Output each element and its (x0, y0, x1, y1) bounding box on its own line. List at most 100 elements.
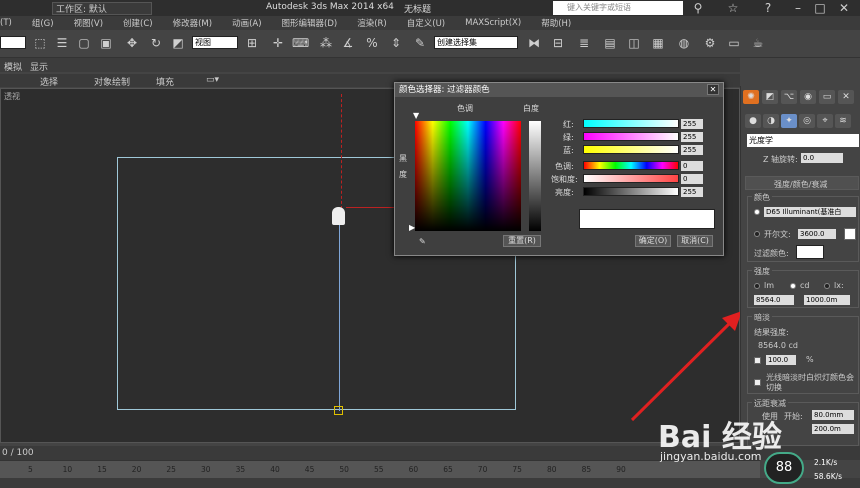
tab-simulate[interactable]: 模拟 (4, 60, 22, 73)
material-editor-icon[interactable]: ◍ (676, 36, 692, 50)
curve-editor-icon[interactable]: ◫ (626, 36, 642, 50)
align-icon[interactable]: ⊟ (550, 36, 566, 50)
menu-item[interactable]: MAXScript(X) (465, 18, 521, 28)
star-icon[interactable]: ☆ (725, 1, 741, 15)
minimize-icon[interactable]: – (790, 1, 806, 15)
selection-filter[interactable] (0, 36, 26, 49)
hierarchy-tab-icon[interactable]: ⌥ (781, 90, 797, 104)
z-rotate-input[interactable]: 0.0 (801, 153, 843, 163)
select-by-name-icon[interactable]: ☰ (54, 36, 70, 50)
lx-radio[interactable] (824, 283, 830, 289)
move-icon[interactable]: ✥ (124, 36, 140, 50)
spacewarps-icon[interactable]: ≋ (835, 114, 851, 128)
hue-field[interactable] (415, 121, 521, 231)
maximize-icon[interactable]: □ (812, 1, 828, 15)
create-tab-icon[interactable]: ✺ (743, 90, 759, 104)
edit-named-selection-icon[interactable]: ✎ (412, 36, 428, 50)
modify-tab-icon[interactable]: ◩ (762, 90, 778, 104)
rect-select-icon[interactable]: ▢ (76, 36, 92, 50)
menu-item[interactable]: 修改器(M) (173, 17, 212, 29)
percent-snap-icon[interactable]: % (364, 36, 380, 50)
light-category-select[interactable]: 光度学 (747, 134, 859, 147)
viewport-label[interactable]: 透视 (4, 91, 20, 102)
lights-icon[interactable]: ✦ (781, 114, 797, 128)
blue-slider[interactable] (583, 145, 679, 154)
menu-item[interactable]: 动画(A) (232, 17, 261, 29)
tab-selection[interactable]: 选择 (40, 75, 58, 88)
window-crossing-icon[interactable]: ▣ (98, 36, 114, 50)
search-input[interactable]: 键入关键字或短语 (553, 1, 683, 15)
graphite-tools-icon[interactable]: ▤ (602, 36, 618, 50)
snap-toggle-icon[interactable]: ⁂ (318, 36, 334, 50)
value-input[interactable]: 255 (681, 187, 703, 197)
schematic-view-icon[interactable]: ▦ (650, 36, 666, 50)
track-bar[interactable]: 5 10 15 20 25 30 35 40 45 50 55 60 65 70 75 80 85 90 (0, 460, 760, 478)
start-input[interactable]: 80.0mm (812, 410, 854, 420)
help-icon[interactable]: ? (760, 1, 776, 15)
tab-display[interactable]: 显示 (30, 60, 48, 73)
menu-item[interactable]: 组(G) (32, 17, 54, 29)
pivot-icon[interactable]: ⊞ (244, 36, 260, 50)
motion-tab-icon[interactable]: ◉ (800, 90, 816, 104)
hue-slider[interactable] (583, 161, 679, 170)
black-pointer-icon[interactable]: ▶ (409, 223, 415, 232)
workspace-select[interactable]: 工作区: 默认 (52, 1, 152, 15)
eyedropper-icon[interactable]: ✎ (419, 237, 426, 246)
tab-object-paint[interactable]: 对象绘制 (94, 75, 130, 88)
menu-item[interactable]: 渲染(R) (357, 17, 387, 29)
mirror-icon[interactable]: ⧓ (526, 36, 542, 50)
angle-snap-icon[interactable]: ∡ (340, 36, 356, 50)
lx-input[interactable]: 1000.0m (804, 295, 850, 305)
render-setup-icon[interactable]: ⚙ (702, 36, 718, 50)
illuminant-select[interactable]: D65 Illuminant(基准白 (764, 207, 856, 217)
render-teapot-icon[interactable]: ☕ (750, 36, 766, 50)
dialog-close-button[interactable]: ✕ (707, 84, 719, 95)
light-target[interactable] (334, 406, 343, 415)
illuminant-radio[interactable] (754, 209, 760, 215)
filter-color-swatch[interactable] (796, 245, 824, 259)
layer-manager-icon[interactable]: ≣ (576, 36, 592, 50)
lm-radio[interactable] (754, 283, 760, 289)
menu-item[interactable]: 创建(C) (123, 17, 153, 29)
percent-checkbox[interactable] (754, 357, 761, 364)
scale-icon[interactable]: ◩ (170, 36, 186, 50)
kelvin-input[interactable]: 3600.0 (798, 229, 836, 239)
tab-populate[interactable]: 填充 (156, 75, 174, 88)
rotate-icon[interactable]: ↻ (148, 36, 164, 50)
ribbon-options-icon[interactable]: ▭▾ (206, 75, 219, 85)
geometry-icon[interactable]: ● (745, 114, 761, 128)
menu-item[interactable]: 视图(V) (74, 17, 103, 29)
hue-pointer-icon[interactable]: ▼ (413, 111, 419, 120)
rendered-frame-icon[interactable]: ▭ (726, 36, 742, 50)
cancel-button[interactable]: 取消(C) (677, 235, 713, 247)
kelvin-radio[interactable] (754, 231, 760, 237)
whiteness-bar[interactable] (529, 121, 541, 231)
binoculars-icon[interactable]: ⚲ (690, 1, 706, 15)
ok-button[interactable]: 确定(O) (635, 235, 671, 247)
spinner-snap-icon[interactable]: ⇕ (388, 36, 404, 50)
green-input[interactable]: 255 (681, 132, 703, 142)
shapes-icon[interactable]: ◑ (763, 114, 779, 128)
red-slider[interactable] (583, 119, 679, 128)
cd-radio[interactable] (790, 283, 796, 289)
incandescent-checkbox[interactable] (754, 379, 761, 386)
cameras-icon[interactable]: ◎ (799, 114, 815, 128)
named-selection-set[interactable]: 创建选择集 (434, 36, 518, 49)
intensity-rollout-header[interactable]: 强度/颜色/衰减 (745, 176, 859, 190)
photometric-light[interactable] (332, 207, 345, 225)
intensity-input[interactable]: 8564.0 (754, 295, 794, 305)
value-slider[interactable] (583, 187, 679, 196)
percent-input[interactable]: 100.0 (766, 355, 796, 365)
blue-input[interactable]: 255 (681, 145, 703, 155)
menu-item[interactable]: (T) (0, 18, 12, 28)
menu-item[interactable]: 图形编辑器(D) (282, 17, 338, 29)
saturation-input[interactable]: 0 (681, 174, 703, 184)
utilities-tab-icon[interactable]: ✕ (838, 90, 854, 104)
reset-button[interactable]: 重置(R) (503, 235, 541, 247)
kelvin-color-swatch[interactable] (844, 228, 856, 240)
keyboard-shortcut-icon[interactable]: ⌨ (292, 36, 309, 50)
display-tab-icon[interactable]: ▭ (819, 90, 835, 104)
menu-item[interactable]: 帮助(H) (541, 17, 571, 29)
green-slider[interactable] (583, 132, 679, 141)
select-manipulate-icon[interactable]: ✛ (270, 36, 286, 50)
